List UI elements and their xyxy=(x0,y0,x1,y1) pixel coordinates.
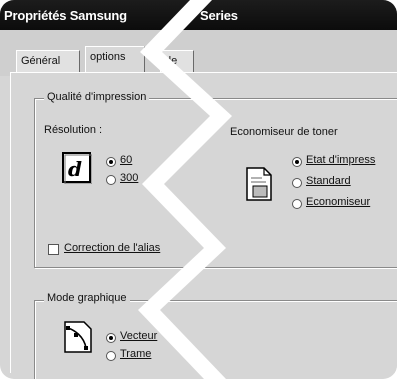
torn-break-overlay xyxy=(138,0,232,379)
properties-dialog: Propriétés Samsung Series Général option… xyxy=(0,0,397,379)
